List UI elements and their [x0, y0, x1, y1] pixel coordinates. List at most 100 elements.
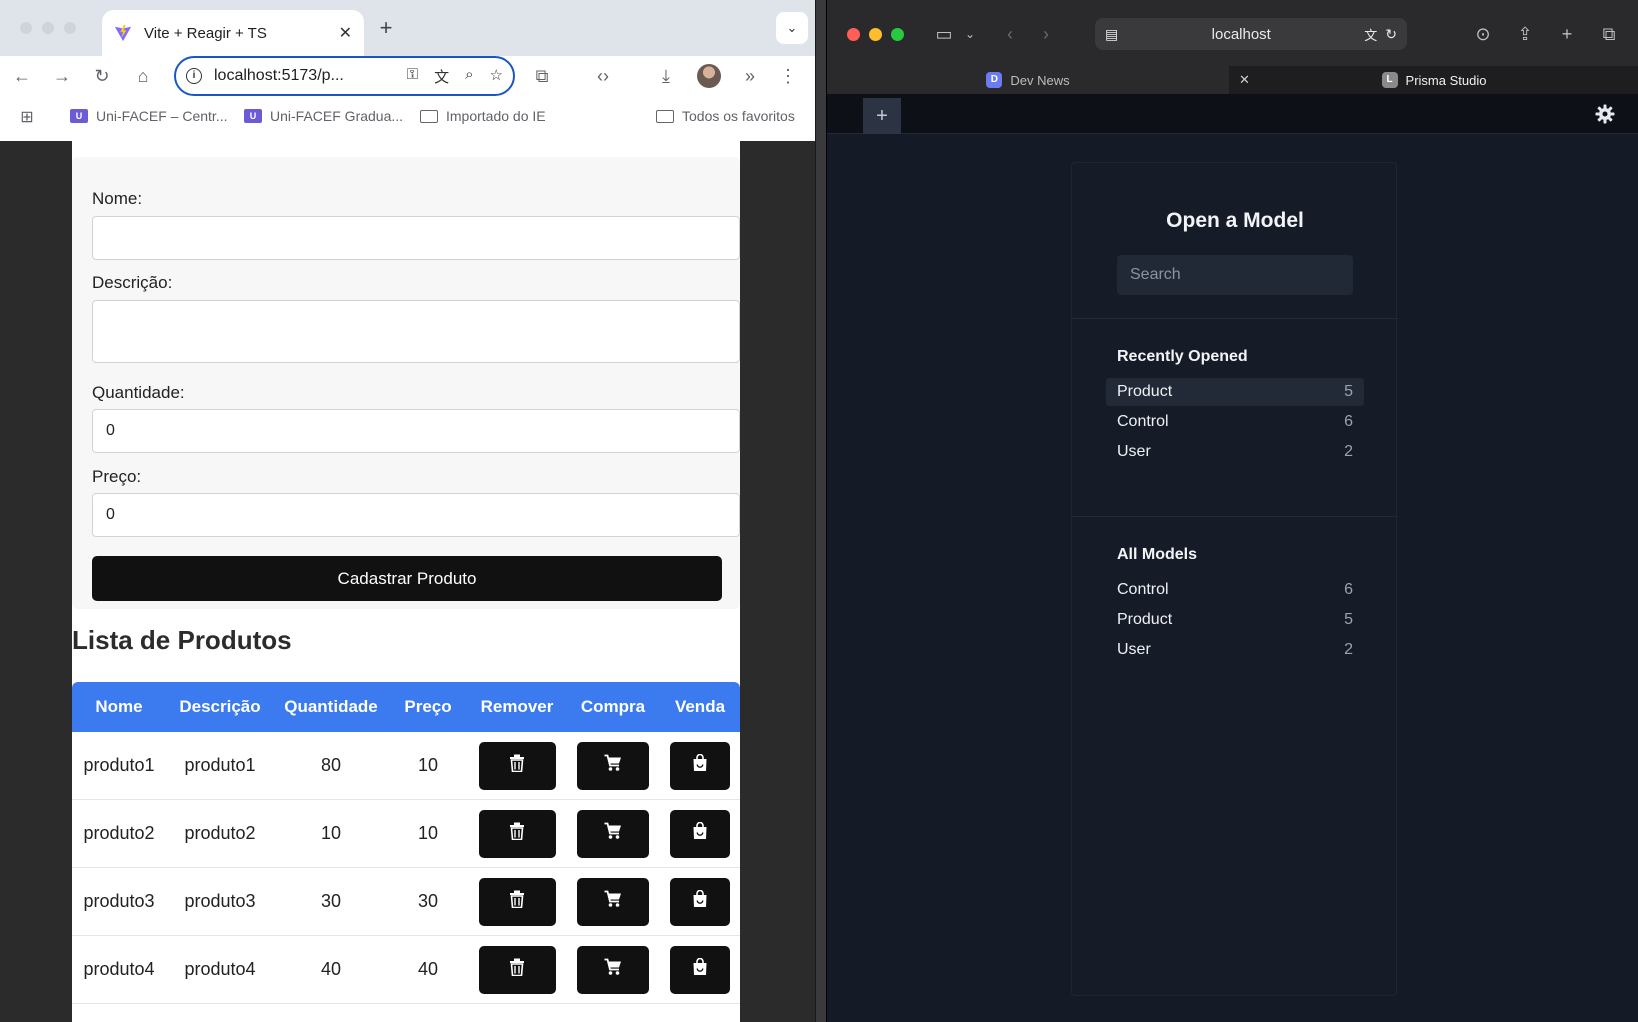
bookmark-unifacef-1[interactable]: U Uni-FACEF – Centr...: [70, 108, 227, 124]
key-icon[interactable]: ⚿: [407, 66, 418, 87]
more-extensions-icon[interactable]: »: [738, 64, 762, 88]
menu-kebab-icon[interactable]: ⋮: [776, 64, 800, 88]
remove-button[interactable]: [478, 945, 556, 994]
downloads-icon[interactable]: ⊙: [1470, 21, 1496, 47]
vite-logo-icon: [114, 24, 132, 42]
tab-label: Prisma Studio: [1405, 72, 1487, 88]
table-row: produto1 produto1 80 10: [72, 732, 740, 800]
window-close-dot[interactable]: [20, 22, 32, 34]
recent-model-control[interactable]: Control 6: [1106, 408, 1364, 436]
reload-icon[interactable]: ↻: [90, 64, 114, 88]
tab-vite-app[interactable]: Vite + Reagir + TS ✕: [102, 10, 364, 56]
back-icon[interactable]: ‹: [997, 21, 1023, 47]
recent-model-user[interactable]: User 2: [1106, 438, 1364, 466]
table-header-row: Nome Descrição Quantidade Preço Remover …: [72, 682, 740, 732]
cell-venda: [660, 877, 740, 926]
tab-prisma-studio[interactable]: ✕ L Prisma Studio: [1229, 66, 1638, 94]
new-tab-button[interactable]: +: [372, 14, 400, 42]
cell-descricao: produto1: [184, 755, 256, 775]
remove-button[interactable]: [478, 877, 556, 926]
window-zoom-button[interactable]: [891, 28, 904, 41]
cell-nome: produto4: [83, 959, 155, 979]
shopping-bag-icon: [692, 753, 708, 777]
translate-icon[interactable]: 文: [1364, 25, 1377, 44]
model-count: 6: [1344, 581, 1353, 598]
safari-address-bar[interactable]: ▤ localhost 文 ↻: [1095, 18, 1407, 50]
forward-icon[interactable]: →: [50, 64, 74, 88]
sell-button[interactable]: [670, 945, 730, 994]
tab-close-icon[interactable]: ✕: [339, 23, 352, 43]
back-icon[interactable]: ←: [10, 64, 34, 88]
window-zoom-dot[interactable]: [64, 22, 76, 34]
model-product[interactable]: Product 5: [1106, 606, 1364, 634]
remove-button[interactable]: [478, 741, 556, 790]
url-text[interactable]: localhost:5173/p...: [214, 67, 407, 85]
bookmark-star-icon[interactable]: ☆: [490, 66, 503, 87]
translate-icon[interactable]: 文: [434, 66, 449, 87]
cell-compra: [566, 741, 660, 790]
product-list-title: Lista de Produtos: [72, 625, 292, 655]
tab-close-icon[interactable]: ✕: [1239, 72, 1250, 88]
sidebar-toggle-icon[interactable]: ▭: [931, 21, 957, 47]
reload-icon[interactable]: ↻: [1385, 26, 1397, 43]
extensions-icon[interactable]: ⧉: [530, 64, 554, 88]
address-host[interactable]: localhost: [1118, 26, 1364, 43]
buy-button[interactable]: [577, 877, 649, 926]
nome-label: Nome:: [92, 189, 143, 208]
cell-descricao: produto3: [184, 891, 256, 911]
nome-input[interactable]: [92, 216, 740, 260]
profile-avatar[interactable]: [697, 64, 721, 88]
bookmark-unifacef-2[interactable]: U Uni-FACEF Gradua...: [244, 108, 403, 124]
recent-model-product[interactable]: Product 5: [1106, 378, 1364, 406]
devtools-icon[interactable]: ‹›: [591, 64, 615, 88]
tab-dev-news[interactable]: D Dev News: [827, 66, 1229, 94]
window-minimize-dot[interactable]: [42, 22, 54, 34]
cell-nome: produto3: [83, 891, 155, 911]
tab-search-button[interactable]: ⌄: [776, 12, 808, 44]
descricao-textarea[interactable]: [92, 300, 740, 363]
settings-gear-icon[interactable]: [1595, 104, 1615, 124]
forward-icon[interactable]: ›: [1033, 21, 1059, 47]
sell-button[interactable]: [670, 809, 730, 858]
buy-button[interactable]: [577, 945, 649, 994]
model-search-input[interactable]: Search: [1117, 255, 1353, 295]
apps-grid-icon[interactable]: ⊞: [15, 106, 39, 130]
model-control[interactable]: Control 6: [1106, 576, 1364, 604]
remove-button[interactable]: [478, 809, 556, 858]
sell-button[interactable]: [670, 741, 730, 790]
chevron-down-icon[interactable]: ⌄: [957, 21, 983, 47]
model-name: Control: [1117, 581, 1169, 598]
tab-overview-icon[interactable]: ⧉: [1596, 21, 1622, 47]
preco-input[interactable]: 0: [92, 493, 740, 537]
cell-quantidade: 10: [320, 823, 342, 843]
download-icon[interactable]: ⤓: [654, 64, 678, 88]
model-count: 6: [1344, 413, 1353, 430]
unifacef-favicon-icon: U: [244, 109, 262, 123]
cell-venda: [660, 945, 740, 994]
cart-icon: [604, 822, 622, 845]
buy-button[interactable]: [577, 809, 649, 858]
zoom-icon[interactable]: ⌕: [465, 66, 473, 87]
preco-label: Preço:: [92, 467, 142, 486]
bookmarks-bar: ⊞ U Uni-FACEF – Centr... U Uni-FACEF Gra…: [0, 100, 815, 136]
site-info-icon[interactable]: i: [186, 68, 202, 84]
shopping-bag-icon: [692, 821, 708, 845]
model-user[interactable]: User 2: [1106, 636, 1364, 664]
home-icon[interactable]: ⌂: [131, 64, 155, 88]
table-row: produto4 produto4 40 40: [72, 936, 740, 1004]
share-icon[interactable]: ⇪: [1512, 21, 1538, 47]
address-bar[interactable]: i localhost:5173/p... ⚿ 文 ⌕ ☆: [174, 56, 515, 96]
bookmark-folder-ie[interactable]: Importado do IE: [420, 108, 546, 124]
new-tab-icon[interactable]: +: [1554, 21, 1580, 47]
window-close-button[interactable]: [847, 28, 860, 41]
cell-venda: [660, 809, 740, 858]
cell-nome: produto2: [83, 823, 155, 843]
cadastrar-produto-button[interactable]: Cadastrar Produto: [92, 556, 722, 601]
buy-button[interactable]: [577, 741, 649, 790]
sell-button[interactable]: [670, 877, 730, 926]
add-studio-tab-button[interactable]: +: [863, 98, 901, 134]
page-menu-icon[interactable]: ▤: [1105, 26, 1118, 43]
quantidade-input[interactable]: 0: [92, 409, 740, 453]
window-minimize-button[interactable]: [869, 28, 882, 41]
bookmark-all-favorites[interactable]: Todos os favoritos: [656, 108, 795, 124]
